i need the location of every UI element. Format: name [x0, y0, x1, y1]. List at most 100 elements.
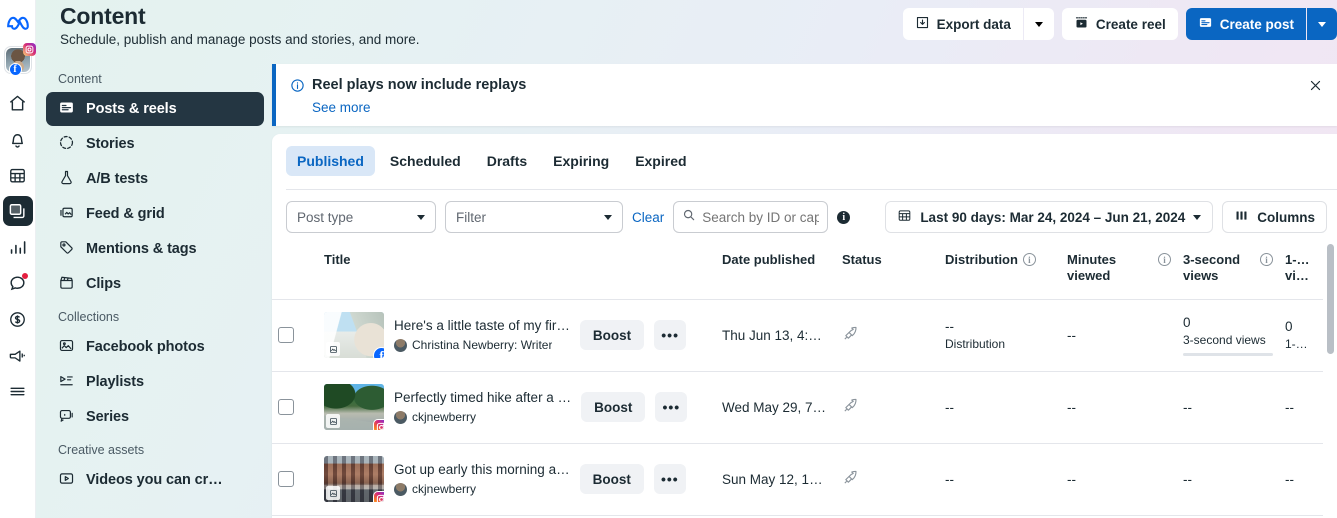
instagram-badge	[23, 43, 36, 56]
home-icon[interactable]	[3, 88, 33, 118]
distribution-sublabel: Distribution	[945, 337, 1055, 351]
more-options-button[interactable]: •••	[655, 392, 687, 422]
row-select-cell	[272, 299, 318, 371]
inbox-chat-icon[interactable]	[3, 268, 33, 298]
monetization-dollar-icon[interactable]	[3, 304, 33, 334]
sidebar-item-label: Feed & grid	[86, 206, 165, 222]
post-thumbnail[interactable]	[324, 384, 384, 430]
ads-megaphone-icon[interactable]	[3, 340, 33, 370]
tab-expired[interactable]: Expired	[624, 146, 697, 176]
content-icon[interactable]	[3, 196, 33, 226]
boost-button[interactable]: Boost	[581, 392, 645, 422]
carousel-icon	[326, 342, 340, 356]
col-1-minute-views[interactable]: 1-… vi…	[1279, 242, 1323, 299]
three-second-views-sublabel: 3-second views	[1183, 333, 1273, 347]
table-row[interactable]: f Here's a little taste of my fir… Chris…	[272, 299, 1323, 371]
post-thumbnail[interactable]	[324, 456, 384, 502]
tab-expiring[interactable]: Expiring	[542, 146, 620, 176]
page-title: Content	[60, 3, 145, 30]
boost-rocket-icon[interactable]	[842, 402, 859, 417]
post-title[interactable]: Here's a little taste of my fir…	[394, 318, 570, 333]
col-date-label: Date published	[722, 252, 815, 268]
search-box[interactable]	[673, 201, 828, 233]
row-1-minute-views-cell: --	[1279, 443, 1323, 515]
notifications-bell-icon[interactable]	[3, 124, 33, 154]
boost-rocket-icon[interactable]	[842, 330, 859, 345]
create-post-caret-button[interactable]	[1307, 8, 1337, 40]
chevron-down-icon	[1318, 22, 1326, 27]
clear-filters-link[interactable]: Clear	[632, 210, 664, 225]
tab-drafts[interactable]: Drafts	[476, 146, 538, 176]
search-input[interactable]	[702, 210, 819, 225]
post-title[interactable]: Perfectly timed hike after a …	[394, 390, 571, 405]
info-circle-icon[interactable]: i	[1260, 253, 1273, 266]
col-status[interactable]: Status	[836, 242, 939, 299]
flask-icon	[58, 169, 75, 190]
col-3-second-views[interactable]: 3-second viewsi	[1177, 242, 1279, 299]
scrollbar-thumb[interactable]	[1327, 244, 1334, 354]
info-circle-icon[interactable]: i	[1158, 253, 1171, 266]
avatar[interactable]: f	[4, 46, 32, 74]
col-distribution[interactable]: Distributioni	[939, 242, 1061, 299]
posts-table-scroll[interactable]: Title Date published Status Distribution…	[272, 242, 1337, 518]
table-vertical-scrollbar[interactable]	[1326, 244, 1335, 516]
sidebar-item-series[interactable]: Series	[46, 400, 264, 434]
row-date-cell: Wed May 29, 7…	[716, 371, 836, 443]
boost-rocket-icon[interactable]	[842, 474, 859, 489]
insights-bar-chart-icon[interactable]	[3, 232, 33, 262]
all-tools-menu-icon[interactable]	[3, 376, 33, 406]
columns-button[interactable]: Columns	[1222, 201, 1327, 233]
table-row[interactable]: Perfectly timed hike after a … ckjnewber…	[272, 371, 1323, 443]
col-title[interactable]: Title	[318, 242, 716, 299]
col-date-published[interactable]: Date published	[716, 242, 836, 299]
search-info-filled-icon[interactable]: i	[837, 211, 850, 224]
close-icon[interactable]	[1308, 78, 1323, 98]
info-circle-icon[interactable]: i	[1023, 253, 1036, 266]
export-data-button[interactable]: Export data	[903, 8, 1023, 40]
create-post-button[interactable]: Create post	[1186, 8, 1306, 40]
sidebar-item-playlists[interactable]: Playlists	[46, 365, 264, 399]
col-minutes-viewed-label: Minutes viewed	[1067, 252, 1153, 285]
more-options-button[interactable]: •••	[654, 464, 686, 494]
planner-calendar-icon[interactable]	[3, 160, 33, 190]
boost-button[interactable]: Boost	[580, 464, 644, 494]
boost-button[interactable]: Boost	[580, 320, 644, 350]
banner-see-more-link[interactable]: See more	[312, 100, 371, 115]
meta-logo-icon[interactable]	[3, 8, 33, 38]
sidebar-item-stories[interactable]: Stories	[46, 127, 264, 161]
row-checkbox[interactable]	[278, 399, 294, 415]
page-subtitle: Schedule, publish and manage posts and s…	[60, 32, 419, 47]
col-minutes-viewed[interactable]: Minutes viewed i	[1061, 242, 1177, 299]
date-range-button[interactable]: Last 90 days: Mar 24, 2024 – Jun 21, 202…	[885, 201, 1213, 233]
table-row[interactable]: Got up early this morning a… ckjnewberry…	[272, 443, 1323, 515]
one-minute-views-value: --	[1285, 400, 1317, 415]
row-checkbox[interactable]	[278, 471, 294, 487]
sidebar-section-collections: Collections	[46, 302, 264, 330]
row-minutes-viewed-cell: --	[1061, 443, 1177, 515]
export-data-caret-button[interactable]	[1024, 8, 1054, 40]
filter-select[interactable]: Filter	[445, 201, 623, 233]
post-type-select[interactable]: Post type	[286, 201, 436, 233]
more-options-button[interactable]: •••	[654, 320, 686, 350]
sidebar-item-clips[interactable]: Clips	[46, 267, 264, 301]
sidebar-item-mentions-tags[interactable]: Mentions & tags	[46, 232, 264, 266]
sidebar-item-videos-you-can-create[interactable]: Videos you can cr…	[46, 463, 264, 497]
table-body: f Here's a little taste of my fir… Chris…	[272, 299, 1323, 515]
sidebar-item-posts-reels[interactable]: Posts & reels	[46, 92, 264, 126]
left-icon-rail: f	[0, 0, 36, 518]
sidebar-item-label: Stories	[86, 136, 134, 152]
sidebar-item-ab-tests[interactable]: A/B tests	[46, 162, 264, 196]
video-play-icon	[58, 470, 75, 491]
minutes-viewed-value: --	[1067, 400, 1171, 415]
create-reel-button[interactable]: Create reel	[1062, 8, 1178, 40]
filter-select-value: Filter	[456, 210, 486, 225]
post-thumbnail[interactable]: f	[324, 312, 384, 358]
sidebar-item-feed-grid[interactable]: Feed & grid	[46, 197, 264, 231]
post-title[interactable]: Got up early this morning a…	[394, 462, 570, 477]
tab-published[interactable]: Published	[286, 146, 375, 176]
row-1-minute-views-cell: 0 1-…	[1279, 299, 1323, 371]
tab-scheduled[interactable]: Scheduled	[379, 146, 472, 176]
sidebar-item-facebook-photos[interactable]: Facebook photos	[46, 330, 264, 364]
row-checkbox[interactable]	[278, 327, 294, 343]
export-data-split-button: Export data	[903, 8, 1054, 40]
